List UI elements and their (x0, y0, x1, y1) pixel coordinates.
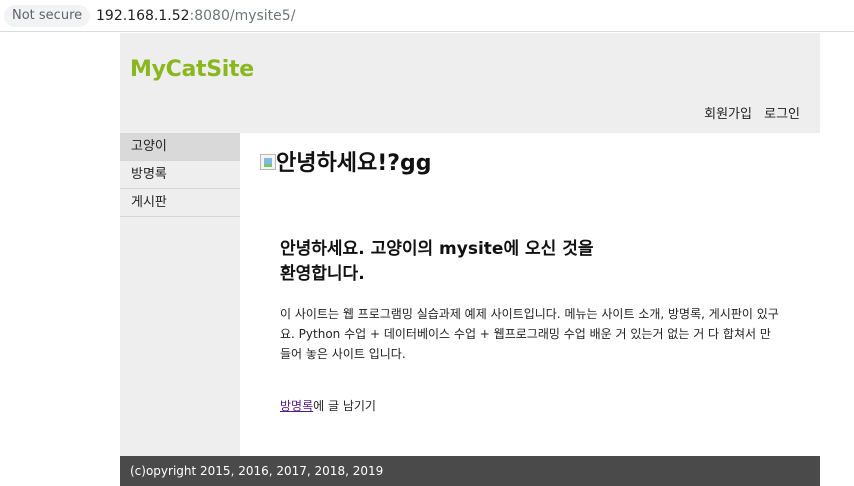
nav-item-cat[interactable]: 고양이 (120, 133, 240, 161)
url-host: 192.168.1.52 (96, 8, 190, 24)
site-footer: (c)opyright 2015, 2016, 2017, 2018, 2019 (120, 456, 820, 486)
browser-address-bar[interactable]: Not secure 192.168.1.52:8080/mysite5/ (0, 0, 854, 32)
guestbook-link[interactable]: 방명록 (280, 399, 313, 413)
header-links: 회원가입 로그인 (696, 103, 800, 122)
main-content: 안녕하세요!?gg 안녕하세요. 고양이의 mysite에 오신 것을 환영합니… (240, 133, 820, 456)
not-secure-badge[interactable]: Not secure (4, 5, 91, 27)
hero-image: 안녕하세요!?gg (260, 151, 432, 187)
site-container: MyCatSite 회원가입 로그인 고양이 방명록 게시판 안녕하세요!?gg… (120, 33, 820, 486)
nav-item-guestbook[interactable]: 방명록 (120, 161, 240, 189)
hero-image-alt-text: 안녕하세요!?gg (276, 151, 432, 176)
nav-item-board[interactable]: 게시판 (120, 189, 240, 217)
site-header: MyCatSite 회원가입 로그인 (120, 33, 820, 133)
broken-image-icon (260, 154, 276, 170)
guestbook-prompt-suffix: 에 글 남기기 (313, 399, 376, 413)
signup-link[interactable]: 회원가입 (704, 107, 752, 122)
intro-paragraph: 이 사이트는 웹 프로그램밍 실습과제 예제 사이트입니다. 메뉴는 사이트 소… (280, 307, 779, 361)
url-field[interactable]: 192.168.1.52:8080/mysite5/ (96, 6, 295, 26)
sidebar-nav: 고양이 방명록 게시판 (120, 133, 240, 456)
guestbook-prompt: 방명록에 글 남기기 (280, 397, 376, 414)
site-logo[interactable]: MyCatSite (130, 57, 254, 82)
login-link[interactable]: 로그인 (764, 107, 800, 122)
welcome-title: 안녕하세요. 고양이의 mysite에 오신 것을 환영합니다. (280, 239, 594, 284)
url-path: :8080/mysite5/ (189, 8, 296, 24)
